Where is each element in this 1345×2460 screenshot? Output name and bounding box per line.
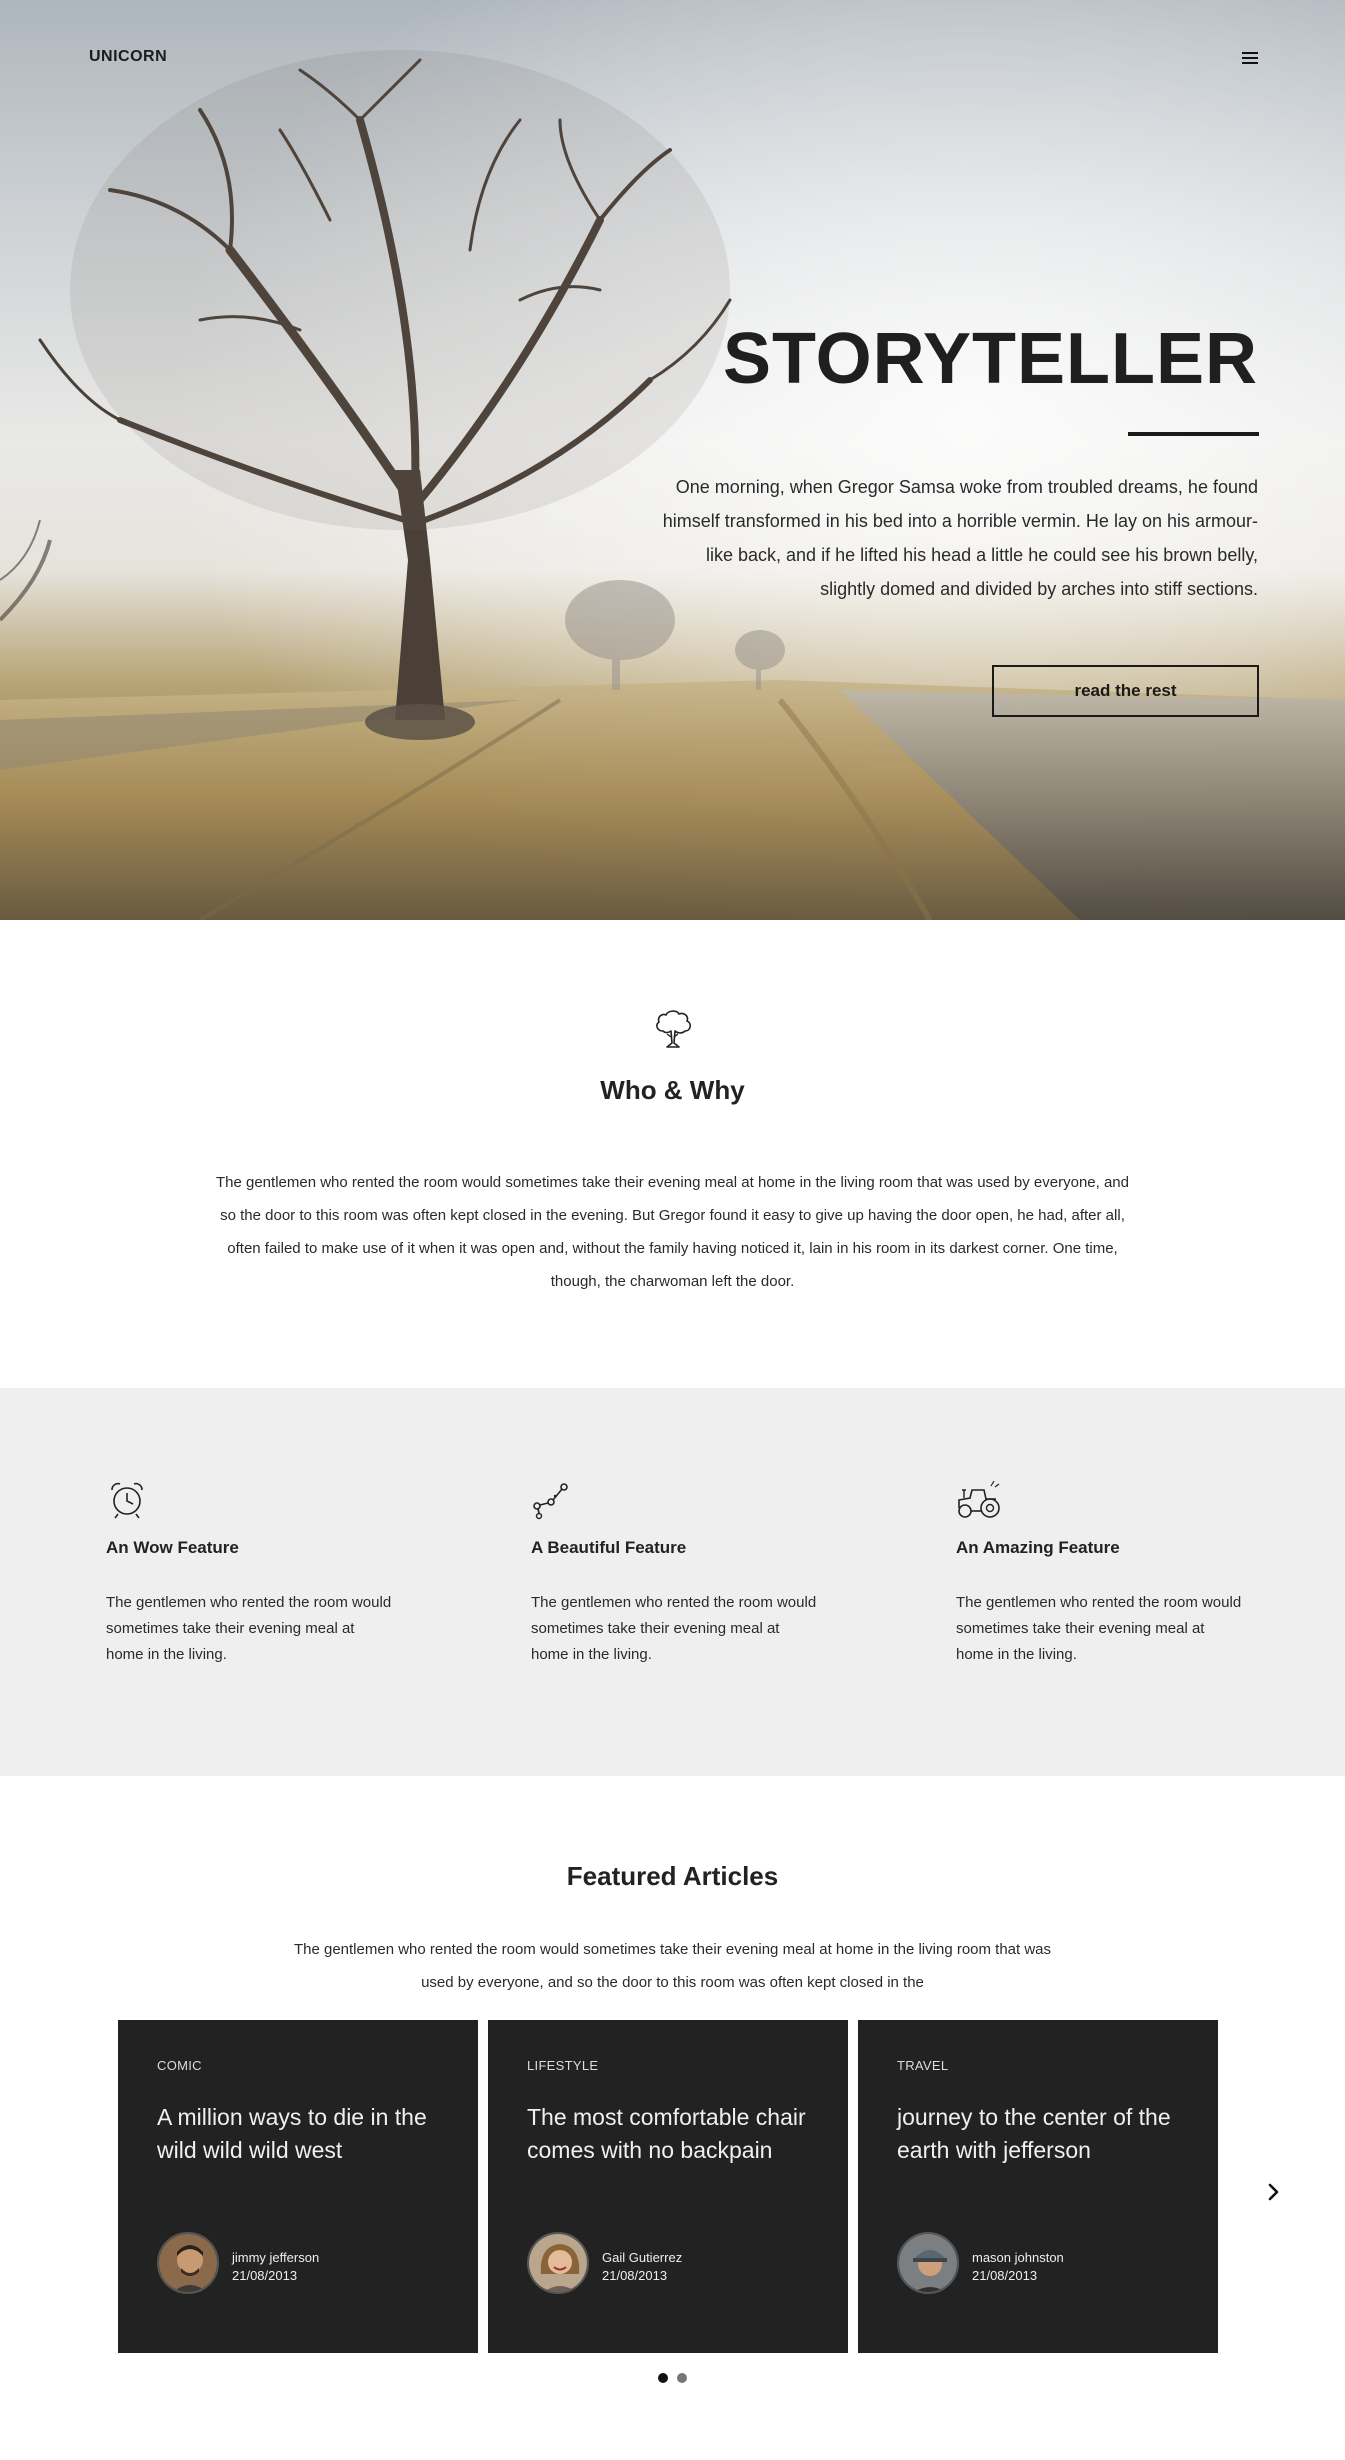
brand-logo[interactable]: UNICORN [89, 48, 167, 66]
feature-wow: An Wow Feature The gentlemen who rented … [106, 1478, 396, 1668]
article-author[interactable]: mason johnston [972, 2250, 1064, 2265]
pagination-dot[interactable] [677, 2373, 687, 2383]
avatar [527, 2232, 589, 2294]
path-nodes-icon [533, 1483, 568, 1520]
feature-amazing: An Amazing Feature The gentlemen who ren… [956, 1478, 1246, 1668]
article-author[interactable]: Gail Gutierrez [602, 2250, 682, 2265]
feature-text: The gentlemen who rented the room would … [531, 1594, 817, 1663]
tree-icon [656, 1010, 691, 1048]
alarm-clock-icon [111, 1482, 143, 1519]
chevron-right-icon[interactable] [1262, 2180, 1286, 2204]
article-title[interactable]: journey to the center of the earth with … [897, 2101, 1187, 2167]
feature-title: An Amazing Feature [956, 1538, 1120, 1557]
who-why-title: Who & Why [600, 1075, 745, 1105]
hero-text: One morning, when Gregor Samsa woke from… [662, 477, 1258, 599]
hero-divider [1128, 432, 1259, 436]
article-category[interactable]: COMIC [157, 2058, 202, 2073]
article-category[interactable]: TRAVEL [897, 2058, 948, 2073]
article-card[interactable]: LIFESTYLE The most comfortable chair com… [488, 2020, 848, 2353]
avatar [897, 2232, 959, 2294]
feature-title: An Wow Feature [106, 1538, 239, 1557]
article-category[interactable]: LIFESTYLE [527, 2058, 598, 2073]
article-card[interactable]: COMIC A million ways to die in the wild … [118, 2020, 478, 2353]
hamburger-menu-icon[interactable] [1240, 49, 1260, 69]
hero-title: STORYTELLER [722, 319, 1258, 399]
features-section: An Wow Feature The gentlemen who rented … [0, 1388, 1345, 1776]
article-card[interactable]: TRAVEL journey to the center of the eart… [858, 2020, 1218, 2353]
article-date: 21/08/2013 [972, 2268, 1038, 2283]
article-title[interactable]: A million ways to die in the wild wild w… [157, 2101, 447, 2167]
tractor-icon [958, 1480, 1000, 1518]
hero-section: UNICORN STORYTELLER One morning, when Gr… [0, 0, 1345, 920]
avatar [157, 2232, 219, 2294]
feature-title: A Beautiful Feature [531, 1538, 687, 1557]
hero-background-image [0, 0, 1345, 920]
feature-beautiful: A Beautiful Feature The gentlemen who re… [531, 1478, 821, 1668]
feature-text: The gentlemen who rented the room would … [106, 1594, 392, 1663]
article-author[interactable]: jimmy jefferson [232, 2250, 319, 2265]
featured-articles-title: Featured Articles [566, 1861, 779, 1891]
feature-text: The gentlemen who rented the room would … [956, 1594, 1242, 1663]
article-date: 21/08/2013 [232, 2268, 298, 2283]
article-title[interactable]: The most comfortable chair comes with no… [527, 2101, 817, 2167]
pagination-dot-active[interactable] [658, 2373, 668, 2383]
article-date: 21/08/2013 [602, 2268, 668, 2283]
read-the-rest-button[interactable]: read the rest [992, 665, 1259, 717]
featured-articles-text: The gentlemen who rented the room would … [293, 1941, 1052, 1991]
who-why-text: The gentlemen who rented the room would … [215, 1174, 1129, 1290]
